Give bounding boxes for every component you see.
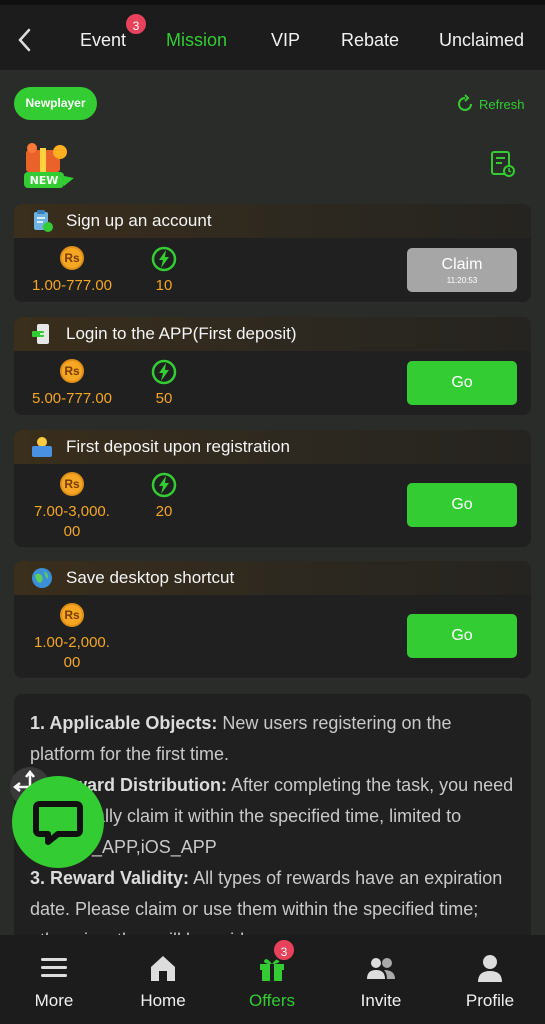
live-chat-button[interactable] [12,776,104,868]
reward-points: 50 [155,390,173,407]
user-icon [475,953,505,983]
task-header: Login to the APP(First deposit) [14,317,531,351]
reward-amount: 7.00-3,000. 00 [34,503,110,540]
go-button[interactable]: Go [407,483,517,527]
nav-label: Profile [465,991,515,1010]
cash-reward: Rs 7.00-3,000. 00 [22,472,122,542]
go-button[interactable]: Go [407,614,517,658]
tab-unclaimed[interactable]: Unclaimed [439,30,524,51]
phone-app-icon [30,322,54,346]
points-reward: 10 [114,246,214,294]
cash-reward: Rs 5.00-777.00 [22,359,122,409]
tab-event[interactable]: Event [80,30,126,51]
claim-label: Claim [441,256,483,273]
refresh-icon [458,94,472,111]
nav-label: Invite [360,991,402,1010]
tab-rebate[interactable]: Rebate [341,30,399,51]
task-header: First deposit upon registration [14,430,531,464]
refresh-button[interactable]: Refresh [455,94,525,114]
claim-button[interactable]: Claim 11:20:53 [407,248,517,292]
nav-label: More [34,991,74,1010]
new-gift-icon: NEW [20,142,78,190]
offers-badge: 3 [272,938,296,962]
task-title: Sign up an account [66,211,212,230]
points-reward: 50 [114,359,214,407]
task-card-desktop-shortcut: Save desktop shortcut Rs 1.00-2,000. 00 G… [14,561,531,678]
task-title: Login to the APP(First deposit) [66,324,297,343]
menu-icon [39,953,69,983]
rupee-coin-icon: Rs [60,246,84,270]
chat-bubble-icon [33,801,83,845]
nav-label: Home [140,991,186,1010]
task-card-login-app: Login to the APP(First deposit) Rs 5.00-… [14,317,531,415]
tab-vip[interactable]: VIP [271,30,300,51]
cash-reward: Rs 1.00-2,000. 00 [22,603,122,673]
reward-points: 10 [155,277,173,294]
rule-item: 3. Reward Validity: All types of rewards… [30,868,503,935]
lightning-bolt-icon [151,246,177,272]
tab-mission[interactable]: Mission [166,30,227,51]
rupee-coin-icon: Rs [60,359,84,383]
nav-profile[interactable]: Profile [440,935,540,1011]
back-chevron-icon[interactable] [14,27,36,53]
reward-points: 20 [155,503,173,520]
task-header: Sign up an account [14,204,531,238]
task-title: Save desktop shortcut [66,568,235,587]
newplayer-button[interactable]: Newplayer [14,87,97,120]
task-title: First deposit upon registration [66,437,290,456]
task-header: Save desktop shortcut [14,561,531,595]
nav-more[interactable]: More [4,935,104,1011]
clipboard-icon [30,209,54,233]
claim-timer: 11:20:53 [446,276,478,285]
rupee-coin-icon: Rs [60,603,84,627]
reward-amount: 1.00-777.00 [31,277,113,294]
wallet-icon [30,435,54,459]
nav-invite[interactable]: Invite [331,935,431,1011]
task-card-first-deposit: First deposit upon registration Rs 7.00-… [14,430,531,547]
record-document-icon[interactable] [490,150,516,178]
reward-amount: 1.00-2,000. 00 [34,634,110,671]
rule-item: 1. Applicable Objects: New users registe… [30,713,452,764]
new-tag: NEW [30,174,59,187]
top-tab-bar: Event 3 Mission VIP Rebate Unclaimed [0,0,545,74]
globe-icon [30,566,54,590]
bottom-navigation: More Home Offers 3 Invite Profile [0,935,545,1024]
go-button[interactable]: Go [407,361,517,405]
nav-home[interactable]: Home [113,935,213,1011]
nav-label: Offers [249,991,295,1010]
points-reward: 20 [114,472,214,520]
reward-amount: 5.00-777.00 [31,390,113,407]
refresh-label: Refresh [479,96,525,112]
cash-reward: Rs 1.00-777.00 [22,246,122,296]
event-badge: 3 [124,12,148,36]
rupee-coin-icon: Rs [60,472,84,496]
task-card-signup: Sign up an account Rs 1.00-777.00 10 Cla… [14,204,531,302]
users-icon [366,953,396,983]
lightning-bolt-icon [151,472,177,498]
lightning-bolt-icon [151,359,177,385]
home-icon [148,953,178,983]
